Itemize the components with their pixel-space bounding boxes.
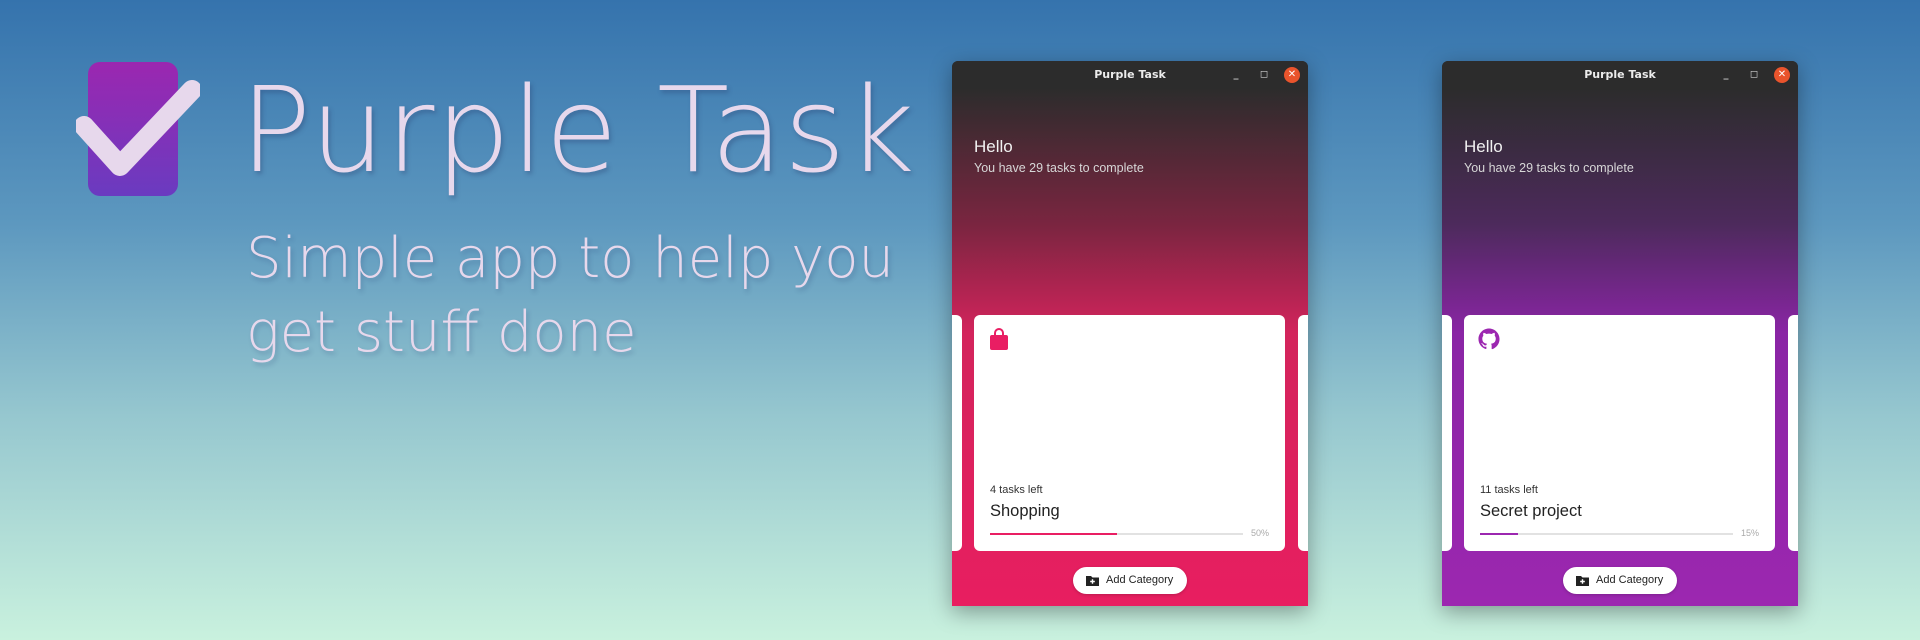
app-window-secret-project: Purple Task _ ◻ ✕ Hello You have 29 task… <box>1442 61 1798 606</box>
tasks-summary: You have 29 tasks to complete <box>974 161 1144 175</box>
tasks-left: 4 tasks left <box>990 484 1043 496</box>
app-window-shopping: Purple Task _ ◻ ✕ Hello You have 29 task… <box>952 61 1308 606</box>
progress-fill <box>1480 533 1518 535</box>
add-category-button[interactable]: Add Category <box>1563 567 1677 594</box>
github-icon <box>1478 328 1500 350</box>
maximize-button[interactable]: ◻ <box>1256 67 1272 83</box>
hero-tagline: Simple app to help you get stuff done <box>246 222 894 370</box>
previous-category-card[interactable] <box>952 315 962 551</box>
minimize-button[interactable]: _ <box>1228 67 1244 83</box>
progress-bar <box>1480 533 1733 535</box>
greeting: Hello <box>974 137 1013 156</box>
add-category-label: Add Category <box>1106 574 1174 586</box>
close-button[interactable]: ✕ <box>1774 67 1790 83</box>
next-category-card[interactable] <box>1788 315 1798 551</box>
hero-tagline-line1: Simple app to help you <box>246 226 894 291</box>
window-title: Purple Task <box>1094 68 1166 81</box>
progress-percent: 50% <box>1250 528 1269 538</box>
folder-plus-icon <box>1576 576 1589 586</box>
window-titlebar[interactable]: Purple Task _ ◻ ✕ <box>952 61 1308 89</box>
next-category-card[interactable] <box>1298 315 1308 551</box>
greeting: Hello <box>1464 137 1503 156</box>
previous-category-card[interactable] <box>1442 315 1452 551</box>
maximize-button[interactable]: ◻ <box>1746 67 1762 83</box>
progress-bar <box>990 533 1243 535</box>
category-card[interactable]: 11 tasks left Secret project 15% <box>1464 315 1775 551</box>
hero-tagline-line2: get stuff done <box>246 300 637 365</box>
add-category-button[interactable]: Add Category <box>1073 567 1187 594</box>
tasks-left: 11 tasks left <box>1480 484 1538 496</box>
progress-percent: 15% <box>1740 528 1759 538</box>
category-name: Shopping <box>990 502 1060 520</box>
hero-title: Purple Task <box>240 61 916 199</box>
tasks-summary: You have 29 tasks to complete <box>1464 161 1634 175</box>
close-button[interactable]: ✕ <box>1284 67 1300 83</box>
shopping-bag-icon <box>990 328 1008 350</box>
window-title: Purple Task <box>1584 68 1656 81</box>
category-card[interactable]: 4 tasks left Shopping 50% <box>974 315 1285 551</box>
window-titlebar[interactable]: Purple Task _ ◻ ✕ <box>1442 61 1798 89</box>
app-logo-icon <box>76 62 200 196</box>
folder-plus-icon <box>1086 576 1099 586</box>
category-name: Secret project <box>1480 502 1582 520</box>
progress-fill <box>990 533 1117 535</box>
add-category-label: Add Category <box>1596 574 1664 586</box>
minimize-button[interactable]: _ <box>1718 67 1734 83</box>
